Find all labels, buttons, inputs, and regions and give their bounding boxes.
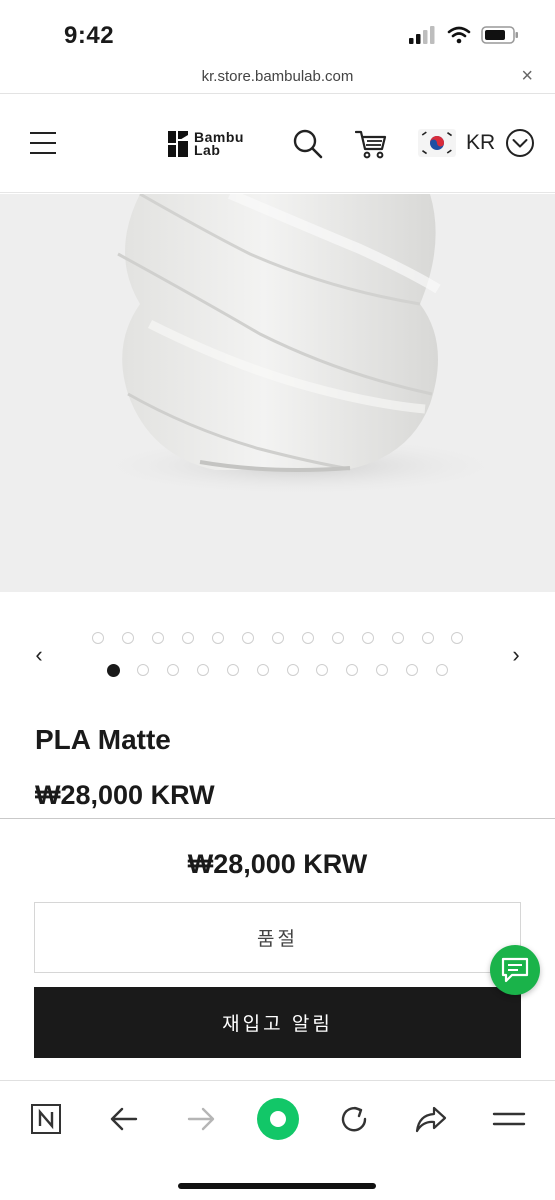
carousel-dot[interactable]: [436, 664, 448, 676]
naver-icon: [31, 1104, 61, 1134]
carousel-dot-active[interactable]: [107, 664, 120, 677]
url-bar[interactable]: kr.store.bambulab.com ×: [0, 64, 555, 94]
carousel-dot[interactable]: [332, 632, 344, 644]
status-time: 9:42: [64, 22, 115, 49]
kr-flag-icon: [418, 129, 456, 157]
browser-menu-button[interactable]: [487, 1097, 531, 1141]
reload-icon: [341, 1106, 367, 1132]
close-icon[interactable]: ×: [521, 66, 533, 86]
carousel-dot[interactable]: [406, 664, 418, 676]
soldout-button[interactable]: 품절: [34, 902, 521, 973]
wifi-icon: [447, 26, 471, 44]
share-button[interactable]: [409, 1097, 453, 1141]
status-bar: 9:42: [0, 0, 555, 64]
image-carousel-nav: ‹ ›: [0, 620, 555, 690]
carousel-dot[interactable]: [272, 632, 284, 644]
carousel-dot[interactable]: [227, 664, 239, 676]
carousel-dot[interactable]: [152, 632, 164, 644]
reload-button[interactable]: [332, 1097, 376, 1141]
forward-icon: [187, 1107, 215, 1131]
carousel-dot[interactable]: [287, 664, 299, 676]
bambu-lab-logo[interactable]: Bambu Lab: [168, 130, 244, 158]
carousel-dot[interactable]: [137, 664, 149, 676]
carousel-dot[interactable]: [422, 632, 434, 644]
forward-button[interactable]: [179, 1097, 223, 1141]
naver-button[interactable]: [24, 1097, 68, 1141]
logo-line2: Lab: [194, 142, 221, 158]
carousel-dot[interactable]: [376, 664, 388, 676]
carousel-dot[interactable]: [167, 664, 179, 676]
url-text[interactable]: kr.store.bambulab.com: [0, 68, 555, 85]
product-image[interactable]: [0, 194, 555, 592]
back-button[interactable]: [102, 1097, 146, 1141]
battery-icon: [481, 26, 518, 44]
carousel-dot[interactable]: [302, 632, 314, 644]
home-green-icon: [257, 1098, 299, 1140]
carousel-dot[interactable]: [451, 632, 463, 644]
site-header: Bambu Lab KR: [0, 95, 555, 193]
product-price: ₩28,000 KRW: [35, 780, 215, 810]
chat-button[interactable]: [490, 945, 540, 995]
sticky-purchase-panel: ₩28,000 KRW 품절 재입고 알림: [0, 818, 555, 1080]
product-title: PLA Matte: [35, 724, 171, 755]
carousel-dot[interactable]: [257, 664, 269, 676]
home-indicator: [178, 1183, 376, 1189]
back-icon: [110, 1107, 138, 1131]
share-icon: [415, 1106, 447, 1133]
chevron-down-icon: [506, 129, 535, 157]
browser-toolbar: [0, 1080, 555, 1200]
carousel-dot[interactable]: [92, 632, 104, 644]
home-button[interactable]: [256, 1097, 300, 1141]
sticky-price: ₩28,000 KRW: [187, 849, 368, 879]
carousel-dot[interactable]: [346, 664, 358, 676]
menu-icon[interactable]: [30, 132, 56, 156]
logo-mark-icon: [168, 131, 188, 157]
carousel-next-button[interactable]: ›: [504, 642, 528, 668]
carousel-prev-button[interactable]: ‹: [27, 642, 51, 668]
carousel-dot[interactable]: [197, 664, 209, 676]
search-icon: [293, 129, 323, 159]
menu-lines-icon: [492, 1112, 526, 1126]
chat-icon: [501, 957, 529, 983]
carousel-dot[interactable]: [362, 632, 374, 644]
region-code: KR: [466, 131, 496, 154]
region-selector[interactable]: KR: [418, 128, 535, 158]
carousel-dot[interactable]: [392, 632, 404, 644]
carousel-dot[interactable]: [212, 632, 224, 644]
logo-text: Bambu Lab: [194, 130, 244, 158]
carousel-dot[interactable]: [122, 632, 134, 644]
restock-notify-button[interactable]: 재입고 알림: [34, 987, 521, 1058]
carousel-dot[interactable]: [316, 664, 328, 676]
carousel-dot[interactable]: [182, 632, 194, 644]
cart-icon: [354, 130, 387, 159]
carousel-dot[interactable]: [242, 632, 254, 644]
signal-icon: [409, 26, 435, 44]
status-icons: [409, 26, 519, 44]
search-button[interactable]: [292, 128, 324, 165]
cart-button[interactable]: [354, 129, 387, 164]
filament-spool-image: [90, 194, 510, 496]
